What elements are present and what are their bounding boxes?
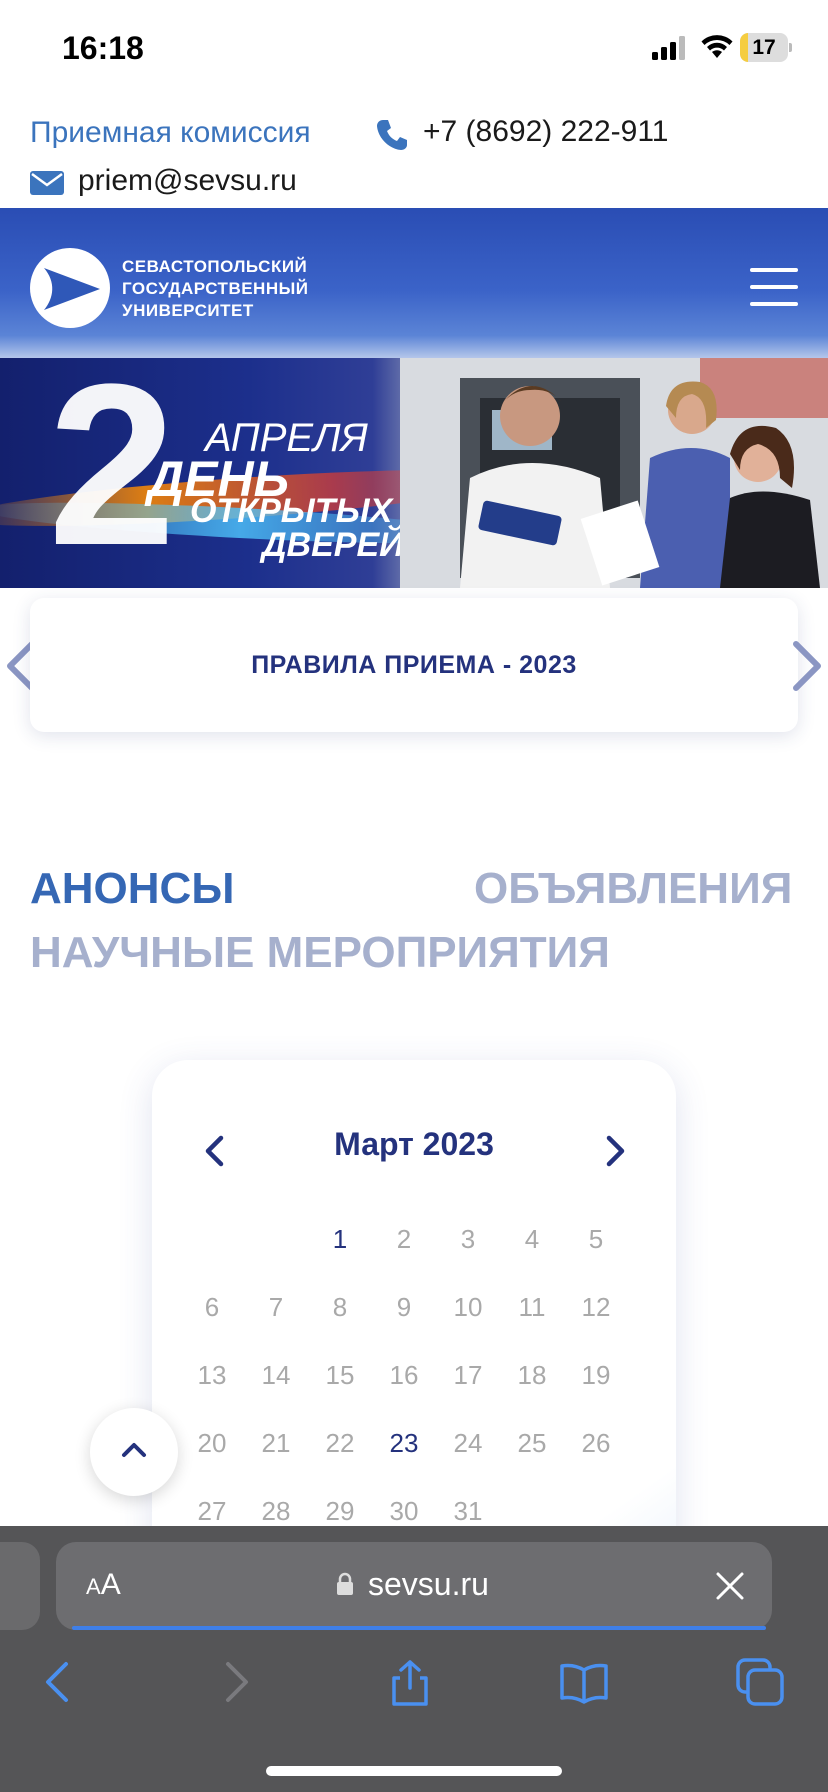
cellular-signal-icon [652,36,685,60]
admissions-link[interactable]: Приемная комиссия [30,116,311,150]
calendar-day[interactable]: 9 [374,1292,434,1323]
tab-scientific-events[interactable]: НАУЧНЫЕ МЕРОПРИЯТИЯ [30,928,610,978]
text-size-button[interactable]: AA [86,1568,121,1602]
university-logo-icon[interactable] [30,248,110,328]
university-name[interactable]: СЕВАСТОПОЛЬСКИЙ ГОСУДАРСТВЕННЫЙ УНИВЕРСИ… [122,256,308,322]
calendar-day[interactable]: 29 [310,1496,370,1527]
calendar-day[interactable]: 5 [566,1224,626,1255]
calendar-day[interactable]: 1 [310,1224,370,1255]
calendar-day[interactable]: 10 [438,1292,498,1323]
chevron-up-icon [122,1443,146,1457]
url-text: sevsu.ru [368,1566,489,1602]
text-size-small-glyph: A [86,1574,101,1599]
calendar-day[interactable]: 12 [566,1292,626,1323]
calendar-day[interactable]: 4 [502,1224,562,1255]
mail-icon [30,171,64,195]
calendar-day[interactable]: 27 [182,1496,242,1527]
share-icon[interactable] [386,1658,434,1706]
calendar-day[interactable]: 16 [374,1360,434,1391]
lock-icon [337,1572,353,1595]
calendar-day[interactable]: 25 [502,1428,562,1459]
calendar-day[interactable]: 6 [182,1292,242,1323]
phone-icon [377,120,407,150]
university-name-line: СЕВАСТОПОЛЬСКИЙ [122,257,308,276]
forward-icon[interactable] [212,1658,260,1706]
phone-number[interactable]: +7 (8692) 222-911 [423,115,668,149]
tab-notices[interactable]: ОБЪЯВЛЕНИЯ [474,864,792,914]
battery-percent: 17 [752,36,776,59]
hamburger-menu-icon[interactable] [750,268,798,306]
admission-rules-title: ПРАВИЛА ПРИЕМА - 2023 [251,651,577,679]
wifi-icon [701,35,733,58]
battery-cap [789,43,792,52]
back-icon[interactable] [34,1658,82,1706]
calendar-day[interactable]: 13 [182,1360,242,1391]
calendar-day[interactable]: 26 [566,1428,626,1459]
close-icon[interactable] [714,1570,746,1602]
calendar-day[interactable]: 24 [438,1428,498,1459]
university-name-line: УНИВЕРСИТЕТ [122,301,254,320]
browser-toolbar: AA sevsu.ru [0,1526,828,1792]
calendar-day[interactable]: 17 [438,1360,498,1391]
slider-next-icon[interactable] [790,640,824,692]
previous-tab-preview[interactable] [0,1542,40,1630]
calendar-day[interactable]: 11 [502,1292,562,1323]
calendar-day[interactable]: 31 [438,1496,498,1527]
page-load-progress [72,1626,766,1630]
bookmarks-icon[interactable] [560,1658,608,1706]
logo-arrow-icon [44,268,100,310]
text-size-large-glyph: A [100,1568,121,1601]
tab-announcements[interactable]: АНОНСЫ [30,864,234,914]
calendar-day[interactable]: 7 [246,1292,306,1323]
calendar-month-title: Март 2023 [334,1126,494,1162]
open-day-banner[interactable]: 2 АПРЕЛЯ ДЕНЬ ОТКРЫТЫХ ДВЕРЕЙ [0,358,828,588]
scroll-to-top-button[interactable] [90,1408,178,1496]
calendar-next-month-icon[interactable] [604,1134,628,1168]
tabs-icon[interactable] [736,1658,784,1706]
calendar-day[interactable]: 22 [310,1428,370,1459]
site-header: СЕВАСТОПОЛЬСКИЙ ГОСУДАРСТВЕННЫЙ УНИВЕРСИ… [0,208,828,358]
calendar-day[interactable]: 30 [374,1496,434,1527]
status-time: 16:18 [62,30,144,66]
banner-title-line: ДВЕРЕЙ [262,526,404,564]
calendar-day[interactable]: 2 [374,1224,434,1255]
calendar-day[interactable]: 20 [182,1428,242,1459]
calendar-day[interactable]: 15 [310,1360,370,1391]
calendar-day[interactable]: 19 [566,1360,626,1391]
calendar-day[interactable]: 3 [438,1224,498,1255]
students-photo [400,358,828,588]
status-bar: 16:18 17 [0,0,828,100]
calendar-day[interactable]: 21 [246,1428,306,1459]
address-bar[interactable]: AA sevsu.ru [56,1542,772,1630]
calendar-day[interactable]: 28 [246,1496,306,1527]
calendar-day[interactable]: 23 [374,1428,434,1459]
battery-icon: 17 [740,33,792,62]
email-address[interactable]: priem@sevsu.ru [78,164,297,198]
contacts-bar: Приемная комиссия +7 (8692) 222-911 prie… [0,100,828,208]
home-indicator [266,1766,562,1776]
calendar-day[interactable]: 18 [502,1360,562,1391]
university-name-line: ГОСУДАРСТВЕННЫЙ [122,279,309,298]
calendar-day[interactable]: 14 [246,1360,306,1391]
admission-rules-card[interactable]: ПРАВИЛА ПРИЕМА - 2023 [30,598,798,732]
calendar-day[interactable]: 8 [310,1292,370,1323]
